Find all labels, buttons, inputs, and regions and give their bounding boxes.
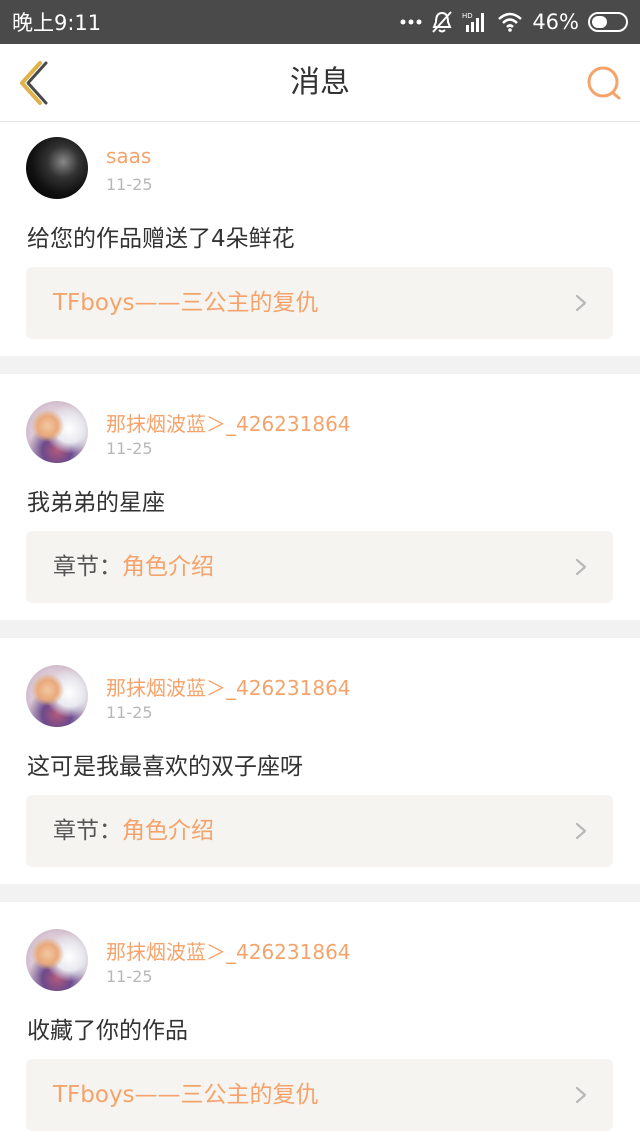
more-dots-icon — [400, 19, 422, 25]
ref-title: 角色介绍 — [122, 554, 214, 580]
status-bar: 晚上9:11 HD 46% — [0, 0, 640, 44]
status-time: 晚上9:11 — [12, 11, 102, 35]
user-name[interactable]: 那抹烟波蓝＞_426231864 — [106, 672, 351, 701]
chapter-link[interactable]: 章节：角色介绍 — [26, 795, 613, 867]
ref-label: 章节： — [53, 554, 122, 580]
message-text: 这可是我最喜欢的双子座呀 — [27, 754, 303, 780]
ref-title: TFboys——三公主的复仇 — [53, 1082, 319, 1108]
ref-title: 角色介绍 — [122, 818, 214, 844]
avatar[interactable] — [26, 401, 88, 463]
ref-title: TFboys——三公主的复仇 — [53, 290, 319, 316]
message-date: 11-25 — [106, 967, 153, 986]
message-date: 11-25 — [106, 439, 153, 458]
chevron-right-icon — [575, 294, 587, 312]
bell-muted-icon — [431, 10, 453, 34]
svg-text:HD: HD — [462, 12, 473, 20]
search-button[interactable] — [586, 64, 624, 102]
avatar[interactable] — [26, 137, 88, 199]
message-date: 11-25 — [106, 175, 153, 194]
avatar[interactable] — [26, 929, 88, 991]
nav-bar: 消息 — [0, 44, 640, 122]
chapter-link[interactable]: 章节：角色介绍 — [26, 531, 613, 603]
chapter-text: 章节：角色介绍 — [53, 531, 214, 603]
chevron-right-icon — [575, 558, 587, 576]
message-card: saas 11-25 给您的作品赠送了4朵鲜花 TFboys——三公主的复仇 — [0, 122, 640, 356]
avatar[interactable] — [26, 665, 88, 727]
message-text: 收藏了你的作品 — [27, 1018, 188, 1044]
chapter-text: 章节：角色介绍 — [53, 795, 214, 867]
message-date: 11-25 — [106, 703, 153, 722]
message-card: 那抹烟波蓝＞_426231864 11-25 我弟弟的星座 章节：角色介绍 — [0, 374, 640, 620]
battery-percent: 46% — [532, 10, 579, 34]
message-text: 我弟弟的星座 — [27, 490, 165, 516]
wifi-icon — [497, 12, 523, 32]
ref-label: 章节： — [53, 818, 122, 844]
page-title: 消息 — [290, 65, 350, 100]
signal-icon: HD — [462, 11, 488, 33]
message-card: 那抹烟波蓝＞_426231864 11-25 这可是我最喜欢的双子座呀 章节：角… — [0, 638, 640, 884]
work-link[interactable]: TFboys——三公主的复仇 — [26, 267, 613, 339]
work-title: TFboys——三公主的复仇 — [53, 1059, 319, 1131]
user-name[interactable]: 那抹烟波蓝＞_426231864 — [106, 408, 351, 437]
user-name[interactable]: 那抹烟波蓝＞_426231864 — [106, 936, 351, 965]
message-card: 那抹烟波蓝＞_426231864 11-25 收藏了你的作品 TFboys——三… — [0, 902, 640, 1138]
search-icon — [587, 66, 621, 100]
status-icons: HD 46% — [400, 10, 628, 34]
message-text: 给您的作品赠送了4朵鲜花 — [27, 226, 295, 252]
battery-icon — [588, 12, 628, 32]
user-name[interactable]: saas — [106, 144, 151, 168]
chevron-right-icon — [575, 1086, 587, 1104]
chevron-right-icon — [575, 822, 587, 840]
work-title: TFboys——三公主的复仇 — [53, 267, 319, 339]
work-link[interactable]: TFboys——三公主的复仇 — [26, 1059, 613, 1131]
